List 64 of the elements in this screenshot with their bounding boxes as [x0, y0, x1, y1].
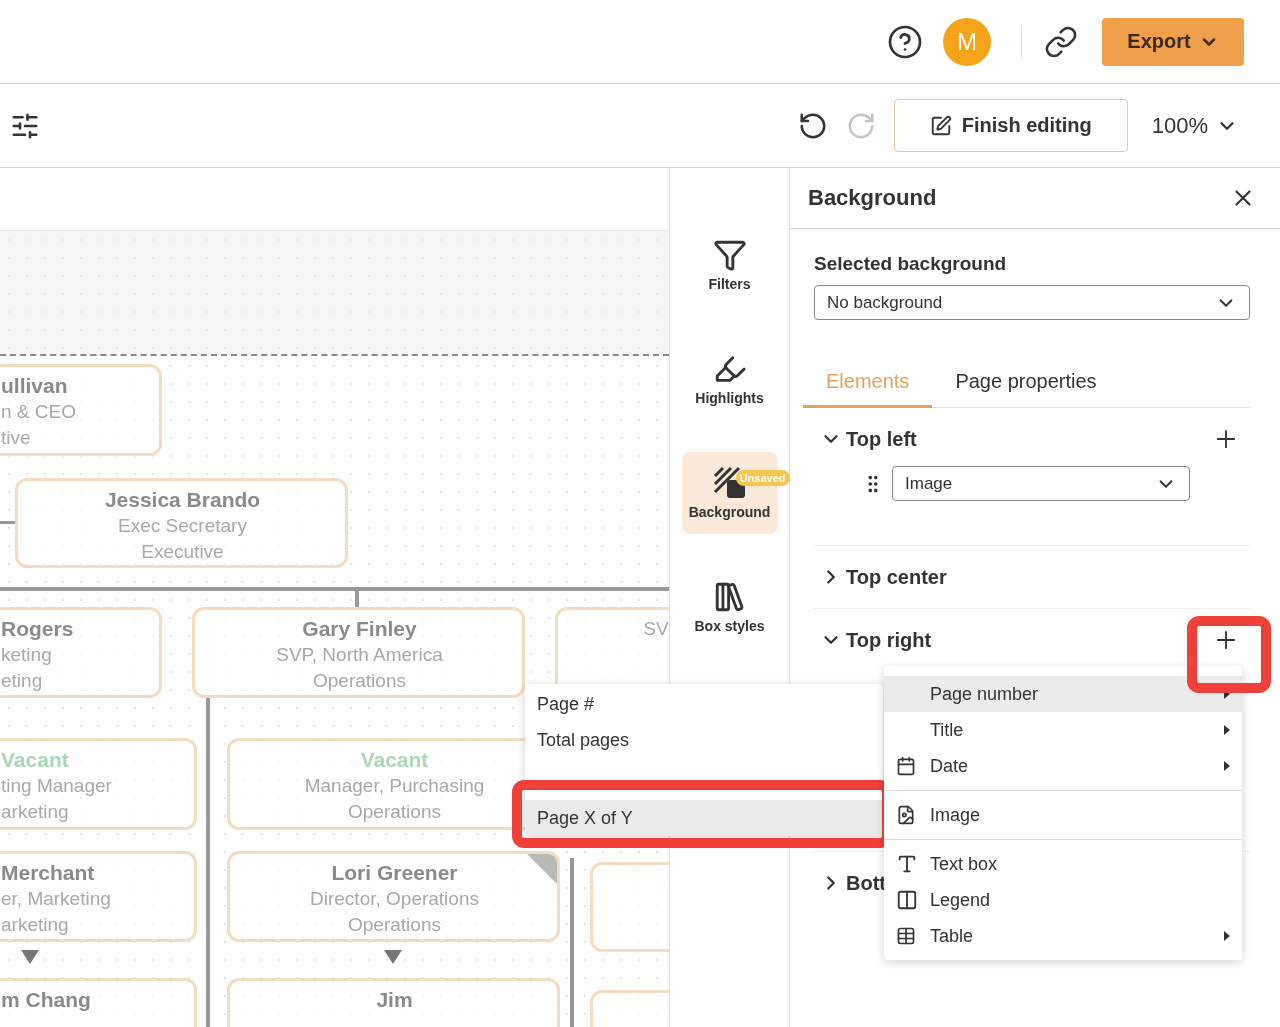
link-icon [1044, 24, 1078, 59]
person-name: Jim [375, 987, 414, 1013]
unsaved-badge: Unsaved [735, 470, 790, 486]
panel-title: Background [808, 185, 937, 211]
element-select[interactable]: Image [892, 466, 1190, 501]
zoom-dropdown[interactable]: 100% [1145, 111, 1244, 140]
menu-item[interactable]: Page # [525, 686, 883, 722]
person-name: m Chang [0, 987, 92, 1013]
job-title: keting [0, 643, 53, 667]
job-title: SVP, North America [275, 643, 444, 667]
job-title: eting [0, 669, 44, 693]
job-title: arketing [0, 800, 70, 824]
person-name: Merchant [0, 860, 96, 886]
job-title: Director, Operations [309, 887, 480, 911]
vacant-label: Vacant [0, 747, 70, 773]
expand-triangle-icon [384, 950, 402, 964]
job-title: Operations [347, 913, 442, 937]
help-button[interactable] [887, 23, 923, 60]
menu-item[interactable]: Table [884, 918, 1242, 954]
menu-item[interactable]: Title [884, 712, 1242, 748]
job-title: SV [642, 617, 669, 641]
menu-item[interactable]: Page number [884, 676, 1242, 712]
menu-item[interactable]: Date [884, 748, 1242, 784]
section-toggle[interactable]: Top center [814, 565, 947, 589]
edit-icon [929, 114, 952, 137]
menu-item[interactable]: Text box [884, 846, 1242, 882]
panel-tab[interactable]: Page properties [932, 360, 1120, 408]
table-icon [896, 926, 916, 946]
person-name: Rogers [0, 616, 75, 642]
background-select[interactable]: No background [814, 285, 1250, 320]
share-link-button[interactable] [1044, 24, 1078, 59]
expand-triangle-icon [21, 950, 39, 964]
person-name: Gary Finley [301, 616, 418, 642]
job-title: Manager, Purchasing [303, 774, 486, 798]
job-title: Executive [140, 540, 225, 564]
section-toggle[interactable]: Bott [814, 871, 886, 895]
menu-item[interactable]: Page X of Y [525, 800, 883, 836]
menu-item[interactable]: Image [884, 797, 1242, 833]
job-title: Exec Secretary [117, 514, 248, 538]
side-tool-button[interactable]: Filters [681, 224, 778, 306]
job-title: ting Manager [0, 774, 113, 798]
section-toggle[interactable]: Top right [814, 628, 932, 652]
field-label: Selected background [814, 253, 1008, 275]
person-name: Lori Greener [330, 860, 459, 886]
job-title: tive [0, 426, 32, 450]
side-tool-button[interactable]: Highlights [681, 338, 778, 420]
side-tool-button[interactable]: Box styles [681, 566, 778, 648]
person-name: ullivan [0, 373, 69, 399]
job-title: Operations [312, 669, 407, 693]
menu-item[interactable]: Legend [884, 882, 1242, 918]
person-name: Jessica Brando [103, 487, 262, 513]
image-file-icon [896, 805, 916, 825]
job-title: arketing [0, 913, 70, 937]
menu-item[interactable]: Total pages [525, 722, 883, 758]
section-toggle[interactable]: Top left [814, 427, 917, 451]
job-title: n & CEO [0, 400, 77, 424]
finish-editing-button[interactable]: Finish editing [893, 99, 1128, 152]
filter-icon [712, 238, 747, 272]
calendar-icon [896, 756, 916, 776]
legend-icon [896, 889, 918, 911]
help-icon [887, 23, 923, 60]
export-button[interactable]: Export [1102, 17, 1244, 66]
vacant-label: Vacant [359, 747, 430, 773]
job-title: er, Marketing [0, 887, 112, 911]
